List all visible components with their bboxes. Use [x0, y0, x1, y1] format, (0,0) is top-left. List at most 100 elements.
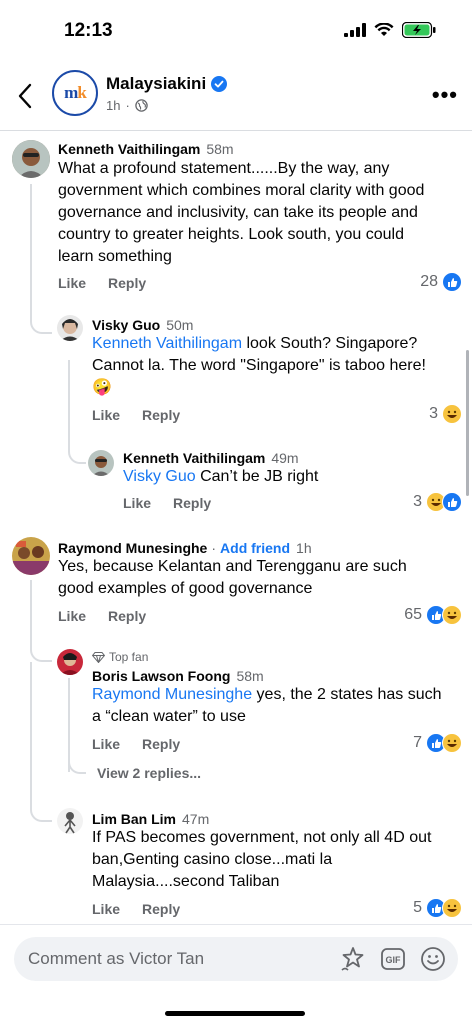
page-name[interactable]: Malaysiakini	[106, 74, 228, 94]
comment-text: What a profound statement......By the wa…	[58, 160, 425, 265]
thread-connector	[68, 752, 86, 774]
reaction-summary[interactable]: 28	[420, 272, 462, 292]
reply-button[interactable]: Reply	[142, 736, 180, 752]
thread-connector	[68, 430, 86, 464]
back-icon[interactable]	[14, 82, 38, 110]
avatar[interactable]	[88, 450, 114, 476]
signal-icon	[344, 23, 366, 37]
avatar[interactable]	[12, 140, 50, 178]
comment-author: Lim Ban Lim 47m	[92, 811, 209, 827]
author-name[interactable]: Boris Lawson Foong	[92, 668, 230, 684]
top-fan-badge: Top fan	[92, 650, 148, 664]
like-button[interactable]: Like	[58, 608, 86, 624]
post-meta: 1h ·	[106, 98, 148, 113]
comment-actions: Like Reply	[92, 736, 180, 752]
home-indicator[interactable]	[165, 1011, 305, 1016]
gif-icon[interactable]: GIF	[380, 946, 406, 972]
like-button[interactable]: Like	[92, 407, 120, 423]
like-button[interactable]: Like	[92, 901, 120, 917]
thread-connector	[30, 184, 52, 334]
comment-actions: Like Reply	[58, 608, 146, 624]
verified-icon	[211, 76, 228, 92]
like-button[interactable]: Like	[123, 495, 151, 511]
thread-connector	[30, 662, 52, 822]
reply-button[interactable]: Reply	[142, 407, 180, 423]
globe-icon	[135, 99, 148, 112]
page-avatar[interactable]: mk	[52, 70, 98, 116]
avatar[interactable]	[12, 537, 50, 575]
reaction-summary[interactable]: 7	[413, 733, 462, 753]
haha-reaction-icon	[442, 605, 462, 625]
comment-author: Raymond Munesinghe · Add friend 1h	[58, 540, 312, 556]
avatar[interactable]	[57, 808, 83, 834]
reaction-count: 3	[429, 405, 438, 422]
reaction-summary[interactable]: 65	[404, 605, 462, 625]
diamond-icon	[92, 651, 105, 663]
reply-button[interactable]: Reply	[173, 495, 211, 511]
reaction-count: 65	[404, 606, 422, 623]
avatar-image	[12, 140, 50, 178]
mention-link[interactable]: Kenneth Vaithilingam	[92, 335, 242, 352]
avatar-image	[57, 808, 83, 834]
add-friend-button[interactable]: Add friend	[220, 540, 290, 556]
comment-actions: Like Reply	[123, 495, 211, 511]
comment-text: Raymond Munesinghe yes, the 2 states has…	[92, 686, 442, 725]
page-logo: mk	[64, 83, 87, 102]
svg-text:GIF: GIF	[386, 955, 402, 965]
avatar-image	[57, 649, 83, 675]
mention-link[interactable]: Visky Guo	[123, 468, 196, 485]
status-bar: 12:13	[0, 0, 472, 62]
reply-button[interactable]: Reply	[108, 275, 146, 291]
composer-icons: GIF	[340, 946, 446, 972]
author-name[interactable]: Raymond Munesinghe	[58, 540, 207, 556]
more-icon[interactable]: •••	[432, 84, 458, 106]
haha-reaction-icon	[442, 898, 462, 918]
avatar-image	[88, 450, 114, 476]
status-icons	[344, 22, 436, 38]
author-name[interactable]: Kenneth Vaithilingam	[123, 450, 265, 466]
page-name-label: Malaysiakini	[106, 74, 207, 93]
comment-placeholder: Comment as Victor Tan	[28, 949, 205, 968]
haha-reaction-icon	[442, 404, 462, 424]
like-button[interactable]: Like	[58, 275, 86, 291]
comment-author: Kenneth Vaithilingam 49m	[123, 450, 299, 466]
reaction-summary[interactable]: 5	[413, 898, 462, 918]
comment-time: 1h	[296, 540, 312, 556]
like-button[interactable]: Like	[92, 736, 120, 752]
post-header: mk Malaysiakini 1h · •••	[0, 66, 472, 128]
thread-connector	[68, 360, 70, 440]
mention-link[interactable]: Raymond Munesinghe	[92, 686, 252, 703]
scrollbar[interactable]	[466, 350, 469, 496]
sticker-icon[interactable]	[340, 946, 366, 972]
reaction-count: 3	[413, 493, 422, 510]
comment-text: If PAS becomes government, not only all …	[92, 829, 432, 890]
reply-button[interactable]: Reply	[142, 901, 180, 917]
view-replies-link[interactable]: View 2 replies...	[97, 765, 201, 781]
comment-author: Visky Guo 50m	[92, 317, 193, 333]
battery-icon	[402, 22, 436, 38]
reaction-count: 28	[420, 273, 438, 290]
reply-button[interactable]: Reply	[108, 608, 146, 624]
reaction-count: 5	[413, 899, 422, 916]
comment-input[interactable]: Comment as Victor Tan GIF	[14, 937, 458, 981]
haha-reaction-icon	[442, 733, 462, 753]
comment-time: 47m	[182, 811, 210, 827]
comment-author: Kenneth Vaithilingam 58m	[58, 141, 234, 157]
comment-text: Visky Guo Can’t be JB right	[123, 468, 319, 485]
status-time: 12:13	[64, 20, 113, 41]
emoji: 🤪	[92, 379, 112, 396]
avatar-image	[57, 315, 83, 341]
emoji-icon[interactable]	[420, 946, 446, 972]
reaction-summary[interactable]: 3	[413, 492, 462, 512]
reaction-count: 7	[413, 734, 422, 751]
avatar[interactable]	[57, 649, 83, 675]
reaction-summary[interactable]: 3	[429, 404, 462, 424]
comment-time: 58m	[236, 668, 264, 684]
avatar[interactable]	[57, 315, 83, 341]
author-name[interactable]: Visky Guo	[92, 317, 160, 333]
author-name[interactable]: Lim Ban Lim	[92, 811, 176, 827]
comment-text: Kenneth Vaithilingam look South? Singapo…	[92, 333, 462, 399]
comment-actions: Like Reply	[92, 407, 180, 423]
author-name[interactable]: Kenneth Vaithilingam	[58, 141, 200, 157]
comment-time: 58m	[206, 141, 234, 157]
